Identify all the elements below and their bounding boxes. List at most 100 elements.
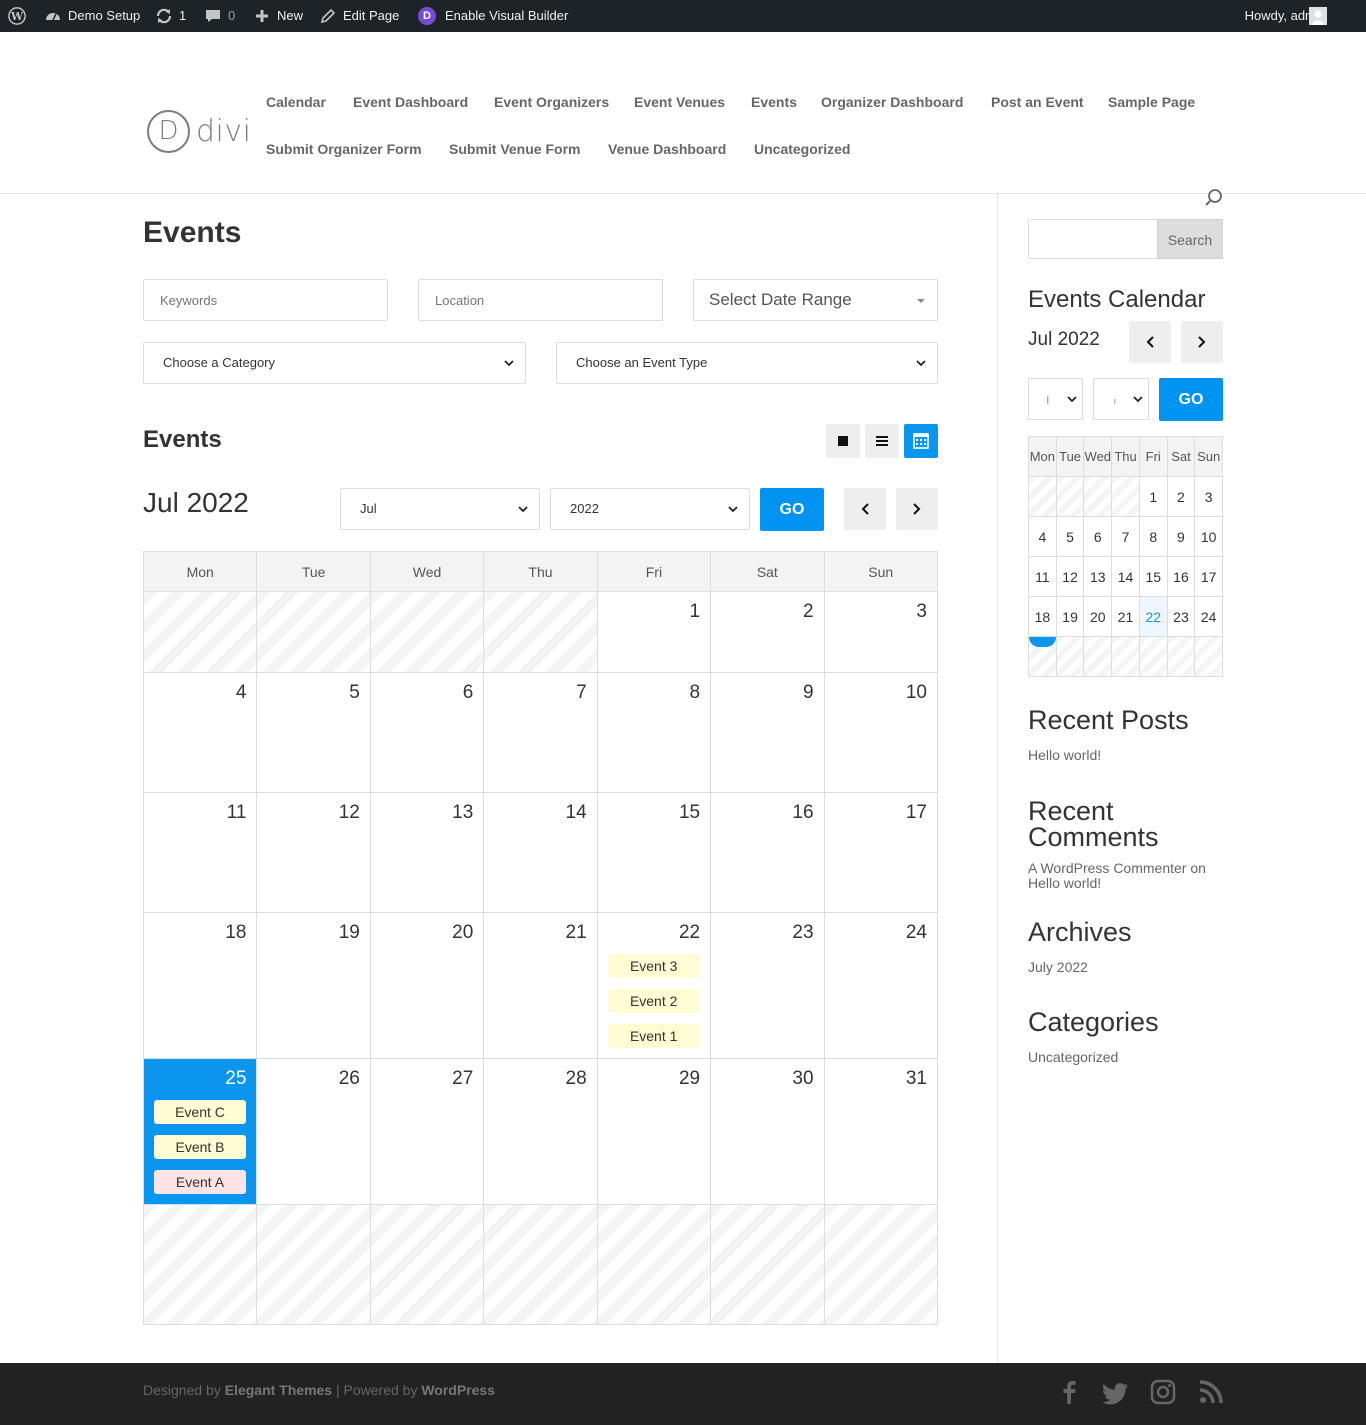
mini-day[interactable]: 6 <box>1084 517 1113 557</box>
mini-day[interactable]: 9 <box>1167 517 1196 557</box>
month-select[interactable]: Jul <box>340 488 540 530</box>
event-item[interactable]: Event A <box>154 1170 246 1194</box>
day-cell[interactable]: 21 <box>484 913 598 1059</box>
mini-day[interactable]: 23 <box>1167 597 1196 637</box>
mini-day[interactable]: 1 <box>1139 477 1168 517</box>
day-cell[interactable]: 27 <box>370 1059 485 1205</box>
event-item[interactable]: Event 2 <box>607 989 700 1013</box>
category-link[interactable]: Uncategorized <box>1028 1049 1118 1065</box>
day-cell[interactable]: 30 <box>711 1059 825 1205</box>
nav-event-organizers[interactable]: Event Organizers <box>494 94 609 110</box>
mini-day[interactable]: 12 <box>1056 557 1085 597</box>
mini-day[interactable]: 3 <box>1195 477 1224 517</box>
next-month-button[interactable] <box>896 488 938 530</box>
day-cell[interactable]: 10 <box>824 673 938 793</box>
mini-year-select[interactable] <box>1093 378 1149 420</box>
mini-day-with-events[interactable]: 22 <box>1139 597 1168 637</box>
nav-submit-organizer-form[interactable]: Submit Organizer Form <box>266 141 422 157</box>
nav-events[interactable]: Events <box>751 94 797 110</box>
mini-day[interactable]: 19 <box>1056 597 1085 637</box>
day-cell[interactable]: 5 <box>257 673 371 793</box>
nav-uncategorized[interactable]: Uncategorized <box>754 141 850 157</box>
mini-day[interactable]: 17 <box>1195 557 1224 597</box>
elegant-themes-link[interactable]: Elegant Themes <box>225 1382 332 1398</box>
edit-page-link[interactable]: Edit Page <box>319 0 399 32</box>
mini-day[interactable]: 13 <box>1084 557 1113 597</box>
day-cell[interactable]: 2 <box>711 592 825 673</box>
new-content-menu[interactable]: New <box>253 0 303 32</box>
day-cell[interactable]: 17 <box>824 793 938 913</box>
event-item[interactable]: Event B <box>154 1135 246 1159</box>
rss-icon[interactable] <box>1196 1377 1226 1407</box>
day-cell[interactable]: 4 <box>144 673 258 793</box>
comments-menu[interactable]: 0 <box>204 0 235 32</box>
mini-day[interactable]: 8 <box>1139 517 1168 557</box>
day-cell[interactable]: 6 <box>370 673 485 793</box>
day-cell[interactable]: 11 <box>144 793 258 913</box>
day-cell[interactable]: 14 <box>484 793 598 913</box>
location-input[interactable] <box>418 279 663 321</box>
day-cell[interactable]: 29 <box>597 1059 712 1205</box>
mini-day[interactable]: 18 <box>1029 597 1057 637</box>
facebook-icon[interactable] <box>1054 1377 1084 1407</box>
avatar[interactable] <box>1309 0 1327 32</box>
list-view-button[interactable] <box>865 424 899 458</box>
site-logo[interactable]: D divi <box>147 110 251 153</box>
site-name-menu[interactable]: Demo Setup <box>44 0 140 32</box>
category-select[interactable]: Choose a Category <box>143 342 526 384</box>
date-range-select[interactable]: Select Date Range <box>693 279 938 321</box>
day-cell[interactable]: 24 <box>824 913 938 1059</box>
day-cell[interactable]: 16 <box>711 793 825 913</box>
day-cell[interactable]: 1 <box>597 592 712 673</box>
prev-month-button[interactable] <box>844 488 886 530</box>
nav-organizer-dashboard[interactable]: Organizer Dashboard <box>821 94 963 110</box>
day-cell[interactable]: 3 <box>824 592 938 673</box>
keywords-input[interactable] <box>143 279 388 321</box>
visual-builder-link[interactable]: D Enable Visual Builder <box>418 0 568 32</box>
year-select[interactable]: 2022 <box>550 488 750 530</box>
nav-post-an-event[interactable]: Post an Event <box>991 94 1084 110</box>
comment-post-link[interactable]: Hello world! <box>1028 875 1101 891</box>
mini-day[interactable]: 15 <box>1139 557 1168 597</box>
mini-day[interactable]: 5 <box>1056 517 1085 557</box>
nav-submit-venue-form[interactable]: Submit Venue Form <box>449 141 580 157</box>
mini-day[interactable]: 14 <box>1112 557 1140 597</box>
mini-day[interactable]: 11 <box>1029 557 1057 597</box>
updates-menu[interactable]: 1 <box>155 0 186 32</box>
box-view-button[interactable] <box>826 424 860 458</box>
nav-calendar[interactable]: Calendar <box>266 94 326 110</box>
event-item[interactable]: Event 3 <box>607 954 700 978</box>
day-cell[interactable]: 15 <box>597 793 712 913</box>
event-type-select[interactable]: Choose an Event Type <box>556 342 938 384</box>
search-icon[interactable] <box>1204 188 1224 208</box>
comment-author[interactable]: A WordPress Commenter on <box>1028 860 1206 876</box>
nav-venue-dashboard[interactable]: Venue Dashboard <box>608 141 726 157</box>
day-cell[interactable]: 22 Event 3 Event 2 Event 1 <box>597 913 712 1059</box>
day-cell[interactable]: 28 <box>484 1059 598 1205</box>
wordpress-logo-icon[interactable]: W <box>8 0 26 32</box>
mini-day[interactable]: 20 <box>1084 597 1113 637</box>
nav-event-venues[interactable]: Event Venues <box>634 94 725 110</box>
day-cell[interactable]: 23 <box>711 913 825 1059</box>
twitter-icon[interactable] <box>1101 1377 1131 1407</box>
event-item[interactable]: Event 1 <box>607 1024 700 1048</box>
day-cell[interactable]: 9 <box>711 673 825 793</box>
recent-post-link[interactable]: Hello world! <box>1028 747 1101 763</box>
day-cell[interactable]: 8 <box>597 673 712 793</box>
day-cell[interactable]: 13 <box>370 793 485 913</box>
day-cell[interactable]: 12 <box>257 793 371 913</box>
mini-prev-button[interactable] <box>1129 321 1171 363</box>
sidebar-search-input[interactable] <box>1028 219 1158 259</box>
mini-day[interactable]: 2 <box>1167 477 1196 517</box>
sidebar-search-button[interactable]: Search <box>1157 219 1223 259</box>
mini-next-button[interactable] <box>1181 321 1223 363</box>
event-item[interactable]: Event C <box>154 1100 246 1124</box>
nav-sample-page[interactable]: Sample Page <box>1108 94 1195 110</box>
mini-day[interactable]: 4 <box>1029 517 1057 557</box>
mini-day[interactable]: 24 <box>1195 597 1224 637</box>
mini-day[interactable]: 16 <box>1167 557 1196 597</box>
mini-go-button[interactable]: GO <box>1159 378 1223 421</box>
mini-day[interactable]: 7 <box>1112 517 1140 557</box>
day-cell[interactable]: 26 <box>257 1059 371 1205</box>
archive-link[interactable]: July 2022 <box>1028 959 1088 975</box>
